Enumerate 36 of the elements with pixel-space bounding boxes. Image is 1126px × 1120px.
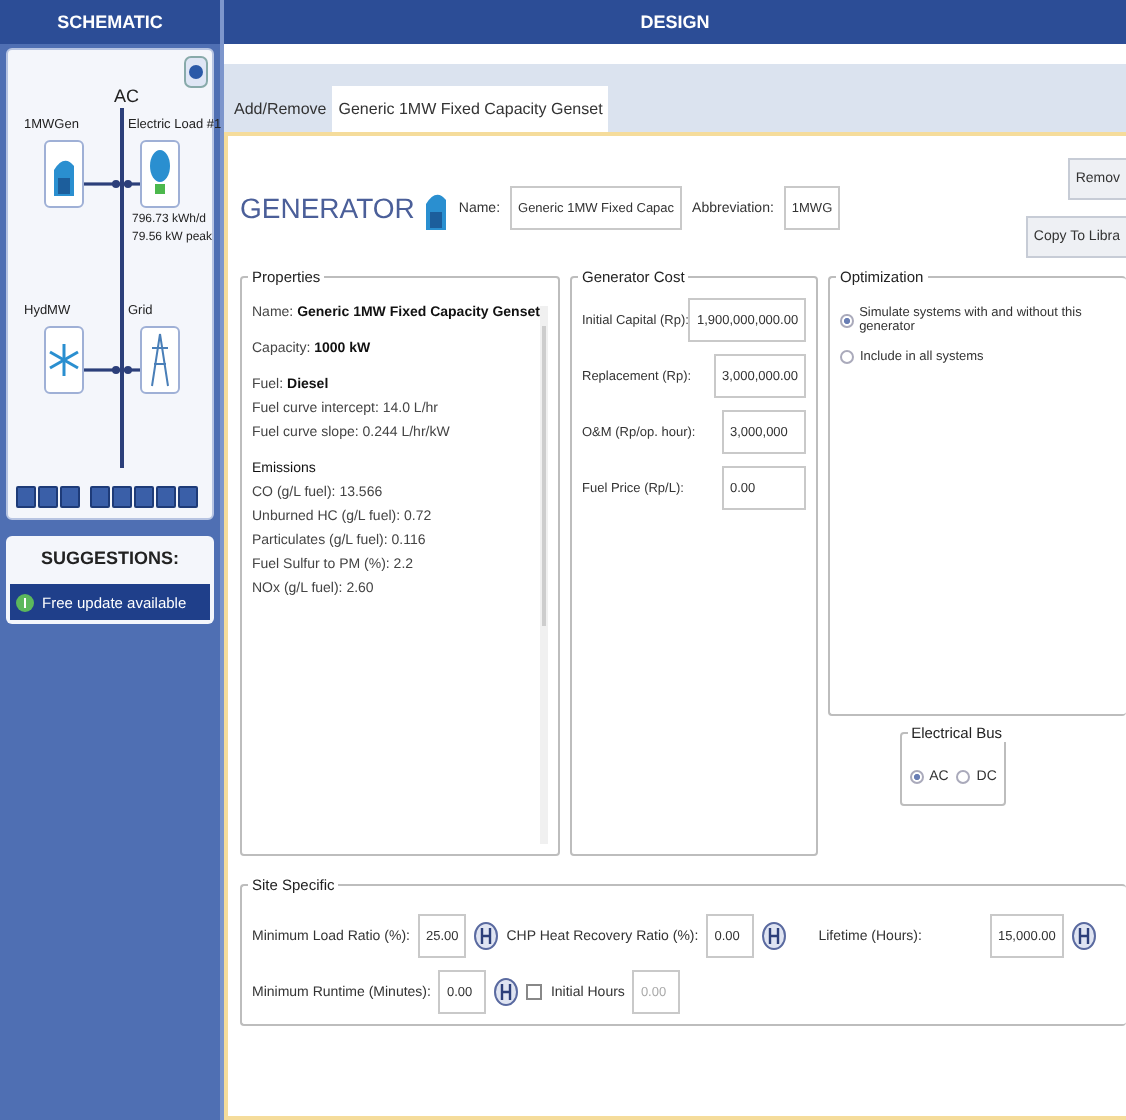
component-node[interactable]: [44, 326, 84, 394]
component-node[interactable]: [140, 326, 180, 394]
toolbar-icon[interactable]: [38, 486, 58, 508]
h-button[interactable]: [1071, 922, 1096, 950]
section-title: GENERATOR: [240, 192, 415, 224]
radio-button[interactable]: [909, 770, 924, 784]
tab[interactable]: Add/Remove: [228, 86, 333, 132]
bus-label: AC: [114, 86, 140, 106]
toolbar-icon[interactable]: [60, 486, 80, 508]
scrollbar[interactable]: [539, 306, 548, 844]
toolbar-icon[interactable]: [178, 486, 198, 508]
toolbar-icon[interactable]: [134, 486, 154, 508]
h-icon: [1077, 928, 1090, 944]
h-icon: [480, 928, 493, 944]
panel-header: DESIGN: [224, 0, 1126, 44]
component-node[interactable]: [44, 140, 84, 208]
h-icon: [500, 984, 513, 1000]
panel-header: SCHEMATIC: [0, 0, 220, 44]
radio-button[interactable]: [956, 770, 971, 784]
toolbar-icon[interactable]: [112, 486, 132, 508]
h-icon: [768, 928, 781, 944]
component-node[interactable]: [140, 140, 180, 208]
bulb-icon: [148, 148, 172, 200]
radio-button[interactable]: [840, 350, 854, 364]
toolbar-icon[interactable]: [156, 486, 176, 508]
panel-header: SUGGESTIONS:: [38, 546, 181, 572]
h-button[interactable]: [474, 922, 499, 950]
h-button[interactable]: [494, 978, 519, 1006]
toolbar-icon[interactable]: [16, 486, 36, 508]
tower-icon: [150, 332, 170, 388]
tab[interactable]: Generic 1MW Fixed Capacity Genset: [332, 86, 609, 132]
toolbar-icon[interactable]: [90, 486, 110, 508]
radio-button[interactable]: [840, 313, 854, 327]
h-button[interactable]: [762, 922, 787, 950]
info-icon: [16, 593, 34, 611]
snowflake-icon: [48, 342, 80, 378]
